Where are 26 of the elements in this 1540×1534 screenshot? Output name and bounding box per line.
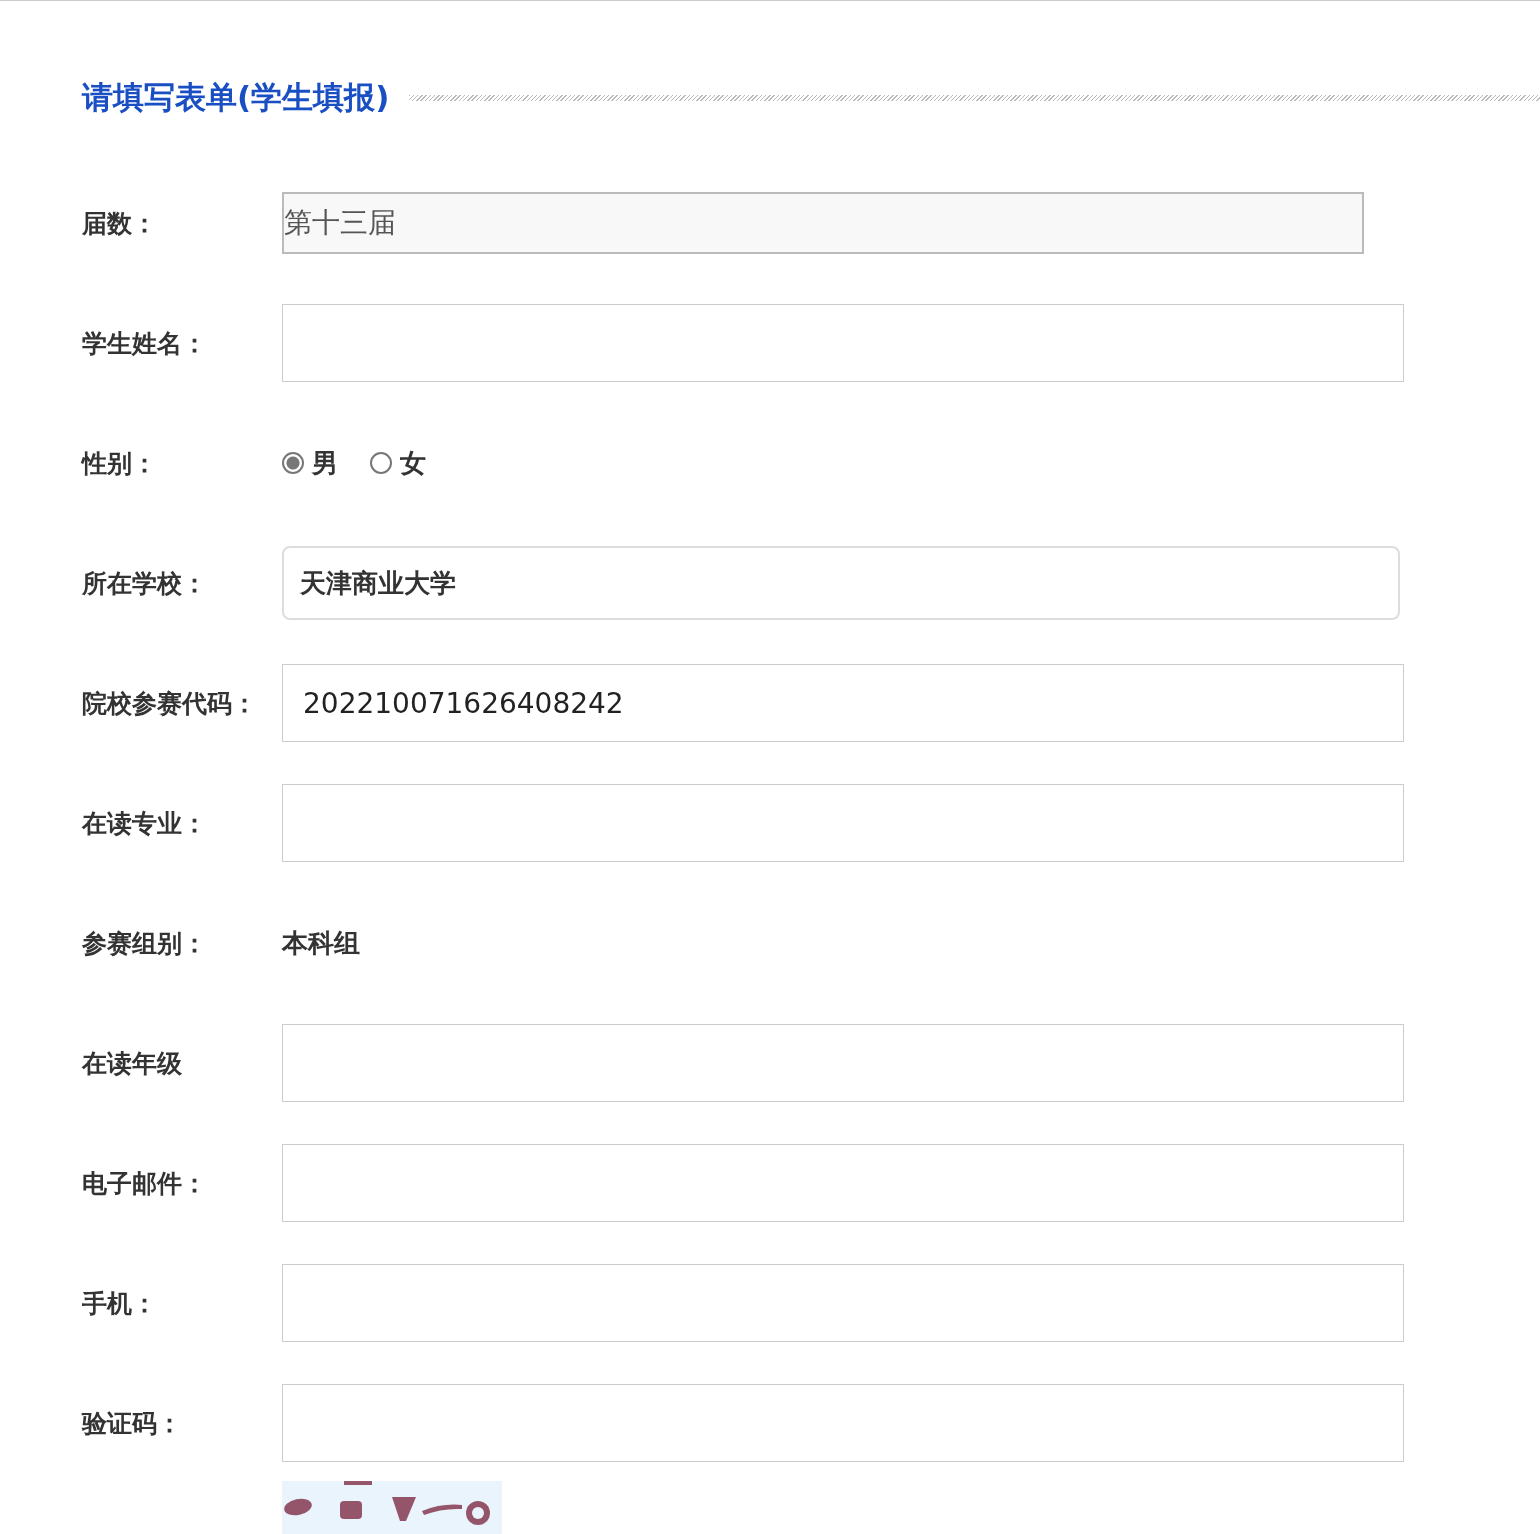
field-label: 所在学校： — [82, 567, 208, 600]
input-field[interactable] — [282, 1144, 1404, 1222]
input-field[interactable]: 202210071626408242 — [282, 664, 1404, 742]
field-label: 性别： — [82, 447, 158, 480]
input-field[interactable] — [282, 304, 1404, 382]
radio-button[interactable] — [282, 452, 304, 474]
radio-label[interactable]: 男 — [312, 445, 338, 481]
field-label: 电子邮件： — [82, 1167, 208, 1200]
form-title: 请填写表单(学生填报) — [82, 78, 390, 117]
input-field[interactable] — [282, 1024, 1404, 1102]
radio-button[interactable] — [370, 452, 392, 474]
field-label: 在读年级 — [82, 1047, 183, 1080]
input-field[interactable]: 第十三届 — [282, 192, 1364, 254]
radio-label[interactable]: 女 — [400, 445, 426, 481]
field-label: 届数： — [82, 207, 158, 240]
field-label: 手机： — [82, 1287, 158, 1320]
input-field[interactable] — [282, 1384, 1404, 1462]
input-field[interactable] — [282, 784, 1404, 862]
field-label: 验证码： — [82, 1407, 183, 1440]
field-label: 院校参赛代码： — [82, 687, 258, 720]
field-value: 本科组 — [282, 926, 360, 960]
field-label: 学生姓名： — [82, 327, 208, 360]
school-dropdown[interactable]: 天津商业大学 — [282, 546, 1400, 620]
field-label: 在读专业： — [82, 807, 208, 840]
input-field[interactable] — [282, 1264, 1404, 1342]
field-label: 参赛组别： — [82, 927, 208, 960]
